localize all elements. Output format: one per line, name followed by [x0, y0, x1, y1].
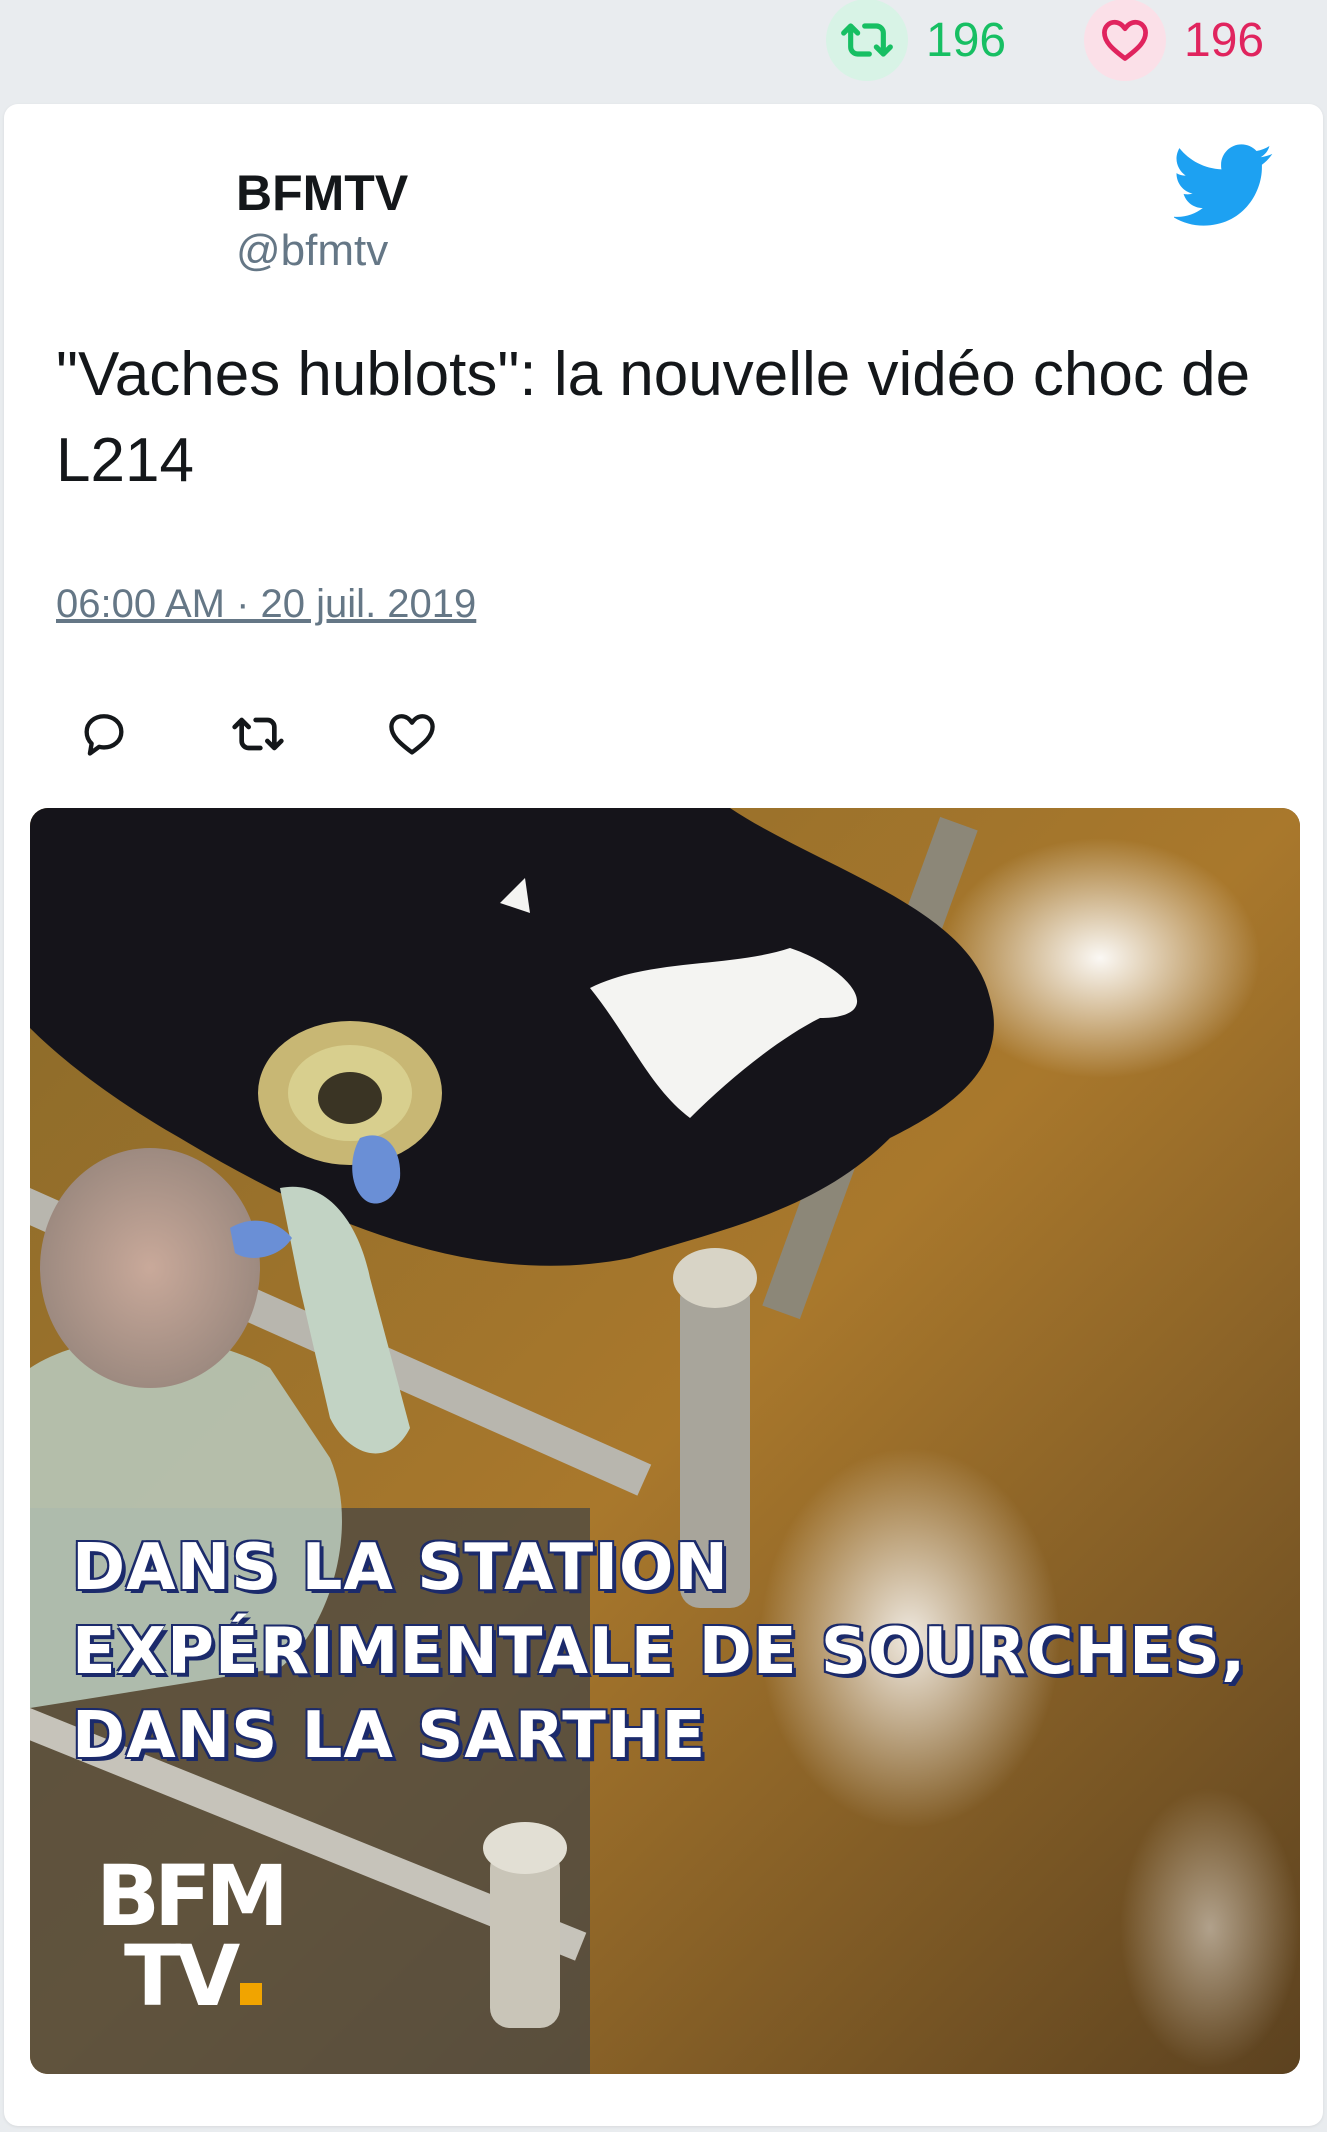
caption-line: DANS LA STATION: [72, 1531, 729, 1605]
tweet-timestamp[interactable]: 06:00 AM · 20 juil. 2019: [56, 582, 476, 627]
heart-icon[interactable]: [382, 704, 442, 764]
author-handle[interactable]: @bfmtv: [236, 226, 388, 276]
like-stat[interactable]: 196: [1084, 0, 1265, 81]
author-name[interactable]: BFMTV: [236, 164, 408, 222]
like-stat-icon: [1084, 0, 1166, 81]
retweet-icon[interactable]: [228, 704, 288, 764]
tweet-text: "Vaches hublots": la nouvelle vidéo choc…: [56, 340, 1251, 495]
logo-line-2: TV: [124, 1927, 240, 2025]
retweet-stat[interactable]: 196: [826, 0, 1007, 81]
bfmtv-logo: BFM TV: [96, 1847, 289, 2018]
tweet-stats-bar: 196 196: [0, 0, 1327, 100]
retweet-stat-icon: [826, 0, 908, 81]
like-count: 196: [1184, 13, 1265, 67]
tweet-card: BFMTV @bfmtv "Vaches hublots": la nouvel…: [4, 104, 1323, 2126]
caption-line: EXPÉRIMENTALE DE SOURCHES,: [72, 1615, 1247, 1689]
logo-dot: [240, 1983, 263, 2005]
reply-icon[interactable]: [74, 704, 134, 764]
twitter-bird-icon[interactable]: [1172, 144, 1274, 234]
retweet-count: 196: [926, 13, 1007, 67]
caption-line: DANS LA SARTHE: [72, 1699, 707, 1773]
tweet-actions: [74, 702, 536, 766]
video-caption: DANS LA STATION EXPÉRIMENTALE DE SOURCHE…: [72, 1526, 1246, 1778]
tweet-media-video[interactable]: DANS LA STATION EXPÉRIMENTALE DE SOURCHE…: [30, 808, 1300, 2074]
logo-line-1: BFM: [96, 1847, 289, 1945]
